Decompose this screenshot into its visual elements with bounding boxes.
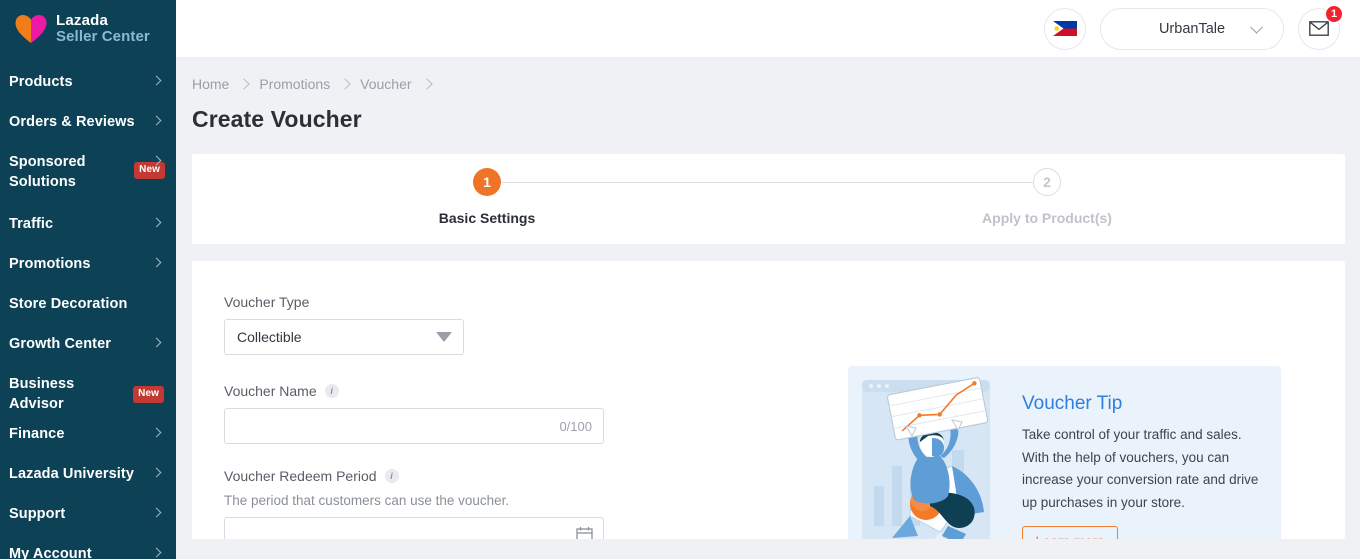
label-text: Voucher Redeem Period bbox=[224, 468, 377, 484]
new-badge: New bbox=[133, 385, 164, 403]
voucher-redeem-period-label: Voucher Redeem Period i bbox=[224, 468, 824, 484]
triangle-down-icon bbox=[436, 332, 452, 342]
voucher-redeem-period-helper: The period that customers can use the vo… bbox=[224, 493, 510, 508]
calendar-icon bbox=[576, 527, 593, 539]
sidebar-item-products[interactable]: Products bbox=[0, 62, 176, 102]
envelope-icon bbox=[1309, 21, 1329, 36]
voucher-redeem-period-datepicker[interactable] bbox=[224, 517, 604, 539]
sidebar-item-business-advisor[interactable]: Business Advisor New bbox=[0, 364, 176, 414]
chevron-right-icon bbox=[152, 152, 164, 172]
step-label: Basic Settings bbox=[438, 210, 536, 226]
brand-name-line1: Lazada bbox=[56, 11, 109, 29]
info-icon[interactable]: i bbox=[384, 469, 399, 483]
chevron-right-icon bbox=[152, 214, 164, 234]
voucher-tip-illustration bbox=[848, 366, 1018, 539]
voucher-tip-panel: Voucher Tip Take control of your traffic… bbox=[848, 366, 1281, 539]
voucher-tip-body: Voucher Tip Take control of your traffic… bbox=[1018, 366, 1270, 539]
brand-logo[interactable]: Lazada Seller Center bbox=[0, 0, 176, 58]
chevron-right-icon bbox=[238, 78, 251, 90]
breadcrumb-item-voucher[interactable]: Voucher bbox=[360, 76, 411, 92]
step-number: 2 bbox=[1033, 168, 1061, 196]
page-content: Home Promotions Voucher Create Voucher 1… bbox=[176, 58, 1360, 539]
brand-name-line2: Seller Center bbox=[56, 28, 150, 45]
person-riding-rocket-holding-chart-illustration bbox=[862, 377, 990, 539]
sidebar-item-label-text: Sponsored Solutions bbox=[9, 154, 86, 190]
sidebar-item-label: Business Advisor New bbox=[9, 364, 164, 414]
info-icon[interactable]: i bbox=[324, 384, 339, 398]
voucher-type-label: Voucher Type bbox=[224, 294, 824, 310]
step-label: Apply to Product(s) bbox=[982, 210, 1112, 226]
stepper-step-basic-settings[interactable]: 1 Basic Settings bbox=[407, 168, 567, 226]
chevron-right-icon bbox=[152, 334, 164, 354]
sidebar-item-label: Growth Center bbox=[9, 336, 111, 352]
sidebar-item-label: Orders & Reviews bbox=[9, 114, 135, 130]
sidebar-item-sponsored-solutions[interactable]: Sponsored Solutions New bbox=[0, 142, 176, 204]
store-name: UrbanTale bbox=[1158, 20, 1226, 37]
store-selector[interactable]: UrbanTale bbox=[1100, 7, 1284, 50]
chevron-down-icon bbox=[1250, 20, 1263, 34]
sidebar-item-label: Lazada University bbox=[9, 466, 134, 482]
step-number: 1 bbox=[473, 168, 501, 196]
label-text: Voucher Type bbox=[224, 294, 310, 310]
sidebar-item-traffic[interactable]: Traffic bbox=[0, 204, 176, 244]
breadcrumb: Home Promotions Voucher bbox=[176, 58, 1360, 92]
voucher-name-input[interactable]: 0/100 bbox=[224, 408, 604, 444]
voucher-tip-title: Voucher Tip bbox=[1022, 393, 1123, 414]
label-text: Voucher Name bbox=[224, 383, 317, 399]
sidebar-item-growth-center[interactable]: Growth Center bbox=[0, 324, 176, 364]
sidebar-nav: Products Orders & Reviews Sponsored Solu… bbox=[0, 58, 176, 559]
chevron-right-icon bbox=[420, 78, 433, 90]
sidebar-item-label: Finance bbox=[9, 426, 65, 442]
sidebar-item-support[interactable]: Support bbox=[0, 494, 176, 534]
unread-count-badge: 1 bbox=[1325, 4, 1343, 23]
breadcrumb-item-home[interactable]: Home bbox=[192, 76, 229, 92]
topbar: UrbanTale 1 bbox=[176, 0, 1360, 58]
main-area: UrbanTale 1 Home Promotions Voucher Crea… bbox=[176, 0, 1360, 559]
chevron-right-icon bbox=[152, 504, 164, 524]
chevron-right-icon bbox=[152, 112, 164, 132]
voucher-type-select[interactable]: Collectible bbox=[224, 319, 464, 355]
sidebar-item-label: Promotions bbox=[9, 256, 91, 272]
sidebar-item-label: Traffic bbox=[9, 216, 54, 232]
philippines-flag-icon bbox=[1053, 21, 1077, 36]
sidebar-item-my-account[interactable]: My Account bbox=[0, 534, 176, 559]
learn-more-button[interactable]: Learn more bbox=[1022, 526, 1118, 539]
sidebar-item-lazada-university[interactable]: Lazada University bbox=[0, 454, 176, 494]
form-card: Voucher Type Collectible Voucher Name i … bbox=[192, 261, 1345, 539]
sidebar-item-orders-reviews[interactable]: Orders & Reviews bbox=[0, 102, 176, 142]
messages-button[interactable]: 1 bbox=[1298, 4, 1343, 50]
chevron-right-icon bbox=[339, 78, 351, 90]
sidebar-item-label: Sponsored Solutions New bbox=[9, 142, 165, 192]
sidebar-item-promotions[interactable]: Promotions bbox=[0, 244, 176, 284]
voucher-tip-text: Take control of your traffic and sales. … bbox=[1022, 427, 1259, 510]
sidebar-item-store-decoration[interactable]: Store Decoration bbox=[0, 284, 176, 324]
sidebar: Lazada Seller Center Products Orders & R… bbox=[0, 0, 176, 559]
chevron-right-icon bbox=[152, 464, 164, 484]
chevron-right-icon bbox=[152, 544, 164, 559]
lazada-heart-logo-icon bbox=[15, 15, 47, 43]
country-selector[interactable] bbox=[1044, 7, 1086, 50]
page-title: Create Voucher bbox=[192, 106, 362, 132]
stepper-card: 1 Basic Settings 2 Apply to Product(s) bbox=[192, 154, 1345, 244]
app-root: Lazada Seller Center Products Orders & R… bbox=[0, 0, 1360, 559]
voucher-name-label: Voucher Name i bbox=[224, 383, 824, 399]
sidebar-item-label-text: Business Advisor bbox=[9, 376, 75, 412]
chevron-right-icon bbox=[152, 254, 164, 274]
voucher-type-value: Collectible bbox=[237, 329, 302, 345]
chevron-right-icon bbox=[152, 424, 164, 444]
voucher-form: Voucher Type Collectible Voucher Name i … bbox=[224, 294, 824, 539]
sidebar-item-label: My Account bbox=[9, 546, 92, 559]
breadcrumb-item-promotions[interactable]: Promotions bbox=[259, 76, 330, 92]
sidebar-item-finance[interactable]: Finance bbox=[0, 414, 176, 454]
stepper-connector-line bbox=[502, 182, 1034, 183]
character-counter: 0/100 bbox=[559, 418, 592, 434]
sidebar-item-label: Store Decoration bbox=[9, 296, 128, 312]
sidebar-item-label: Products bbox=[9, 74, 73, 90]
stepper-step-apply-to-products[interactable]: 2 Apply to Product(s) bbox=[967, 168, 1127, 226]
chevron-right-icon bbox=[152, 72, 164, 92]
sidebar-item-label: Support bbox=[9, 506, 66, 522]
